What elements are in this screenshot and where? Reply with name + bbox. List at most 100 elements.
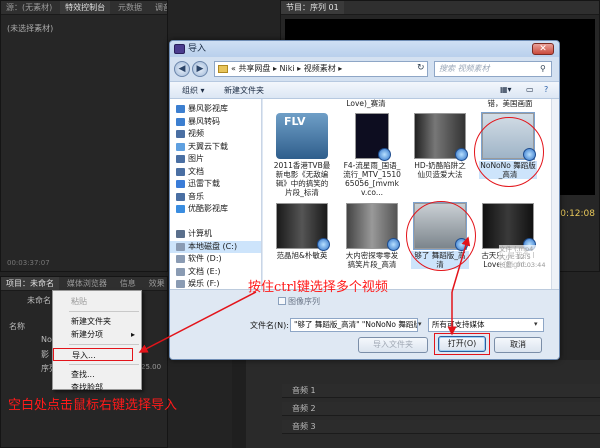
file-item-f4[interactable]: F4-流星雨_国语_流行_MTV_151065056_[mvmkv.co... (343, 113, 401, 197)
navigation-pane: 暴风影视库 暴风转码视频天翼云下载 图片 文档 迅雷下载音乐优酷影视库计算机 本地磁盘 (… (170, 99, 262, 289)
dialog-toolbar: 组织 ▾ 新建文件夹 ▦▾ ▭ ? (170, 81, 559, 99)
timeline-track-audio-3[interactable]: 音频 3 (282, 420, 600, 434)
submenu-arrow-icon: ▸ (130, 330, 135, 339)
file-name: F4-流星雨_国语_流行_MTV_151065056_[mvmkv.co... (343, 161, 401, 197)
search-input[interactable]: 搜索 视频素材 (434, 61, 552, 77)
menu-item-import[interactable]: 导入... (53, 348, 133, 361)
tab-media-browser[interactable]: 媒体浏览器 (62, 277, 112, 290)
import-folder-button[interactable]: 导入文件夹 (358, 337, 428, 353)
preview-pane-icon[interactable]: ▭ (526, 85, 534, 94)
dialog-titlebar: 导入 ✕ (170, 41, 559, 57)
filetype-dropdown-icon[interactable]: ▾ (534, 320, 538, 328)
filename-input[interactable]: "够了 舞蹈版_高清" "NoNoNo 舞蹈版_高清" (290, 318, 418, 332)
audio-3-label: 音频 3 (292, 422, 316, 431)
nav-item-label: 软件 (D:) (188, 254, 222, 263)
video-badge-icon (378, 148, 391, 161)
image-sequence-checkbox[interactable]: 图像序列 (278, 296, 320, 307)
breadcrumb-video[interactable]: 视频素材 (304, 64, 336, 73)
nav-item-6[interactable]: 迅雷下载 (170, 178, 261, 191)
breadcrumb[interactable]: « 共享网盘 ▸ Niki ▸ 视频素材 ▸ (214, 61, 428, 77)
timeline-track-audio-1[interactable]: 音频 1 (282, 384, 600, 398)
tab-source[interactable]: 源：(无素材) (1, 1, 57, 14)
menu-separator (69, 364, 139, 365)
video-badge-icon (317, 238, 330, 251)
premiere-app-icon (174, 44, 185, 54)
nav-item-1[interactable]: 暴风转码 (170, 116, 261, 129)
menu-item-paste[interactable]: 粘贴 (53, 295, 141, 308)
nav-item-label: 暴风转码 (188, 116, 220, 126)
file-item-damei[interactable]: 大内密探零零发 搞笑片段_高清 (343, 203, 401, 269)
file-item-fan[interactable]: 范晶旭&朴敏英 (273, 203, 331, 260)
tab-info[interactable]: 信息 (115, 277, 141, 290)
new-folder-button[interactable]: 新建文件夹 (224, 85, 264, 96)
nav-item-10[interactable]: 计算机 (170, 228, 261, 241)
cancel-button[interactable]: 取消 (494, 337, 542, 353)
tab-project[interactable]: 项目：未命名 (1, 277, 59, 290)
nav-item-label: 娱乐 (F:) (188, 279, 220, 288)
tab-effect-controls[interactable]: 特效控制台 (60, 1, 111, 14)
nav-item-9 (170, 216, 261, 229)
file-thumbnail: FLV (276, 113, 328, 159)
nav-item-11[interactable]: 本地磁盘 (C:) (170, 240, 261, 253)
file-item-row0-0[interactable]: Love)_赛清 (337, 99, 395, 108)
column-name-header[interactable]: 名称 (9, 321, 25, 332)
file-item-row0-1[interactable]: 错，美国画面 (481, 99, 539, 108)
nav-item-label: 音乐 (188, 191, 204, 201)
file-item-tvb[interactable]: FLV 2011香港TVB最新电影《无敌编辑》中的搞笑的片段_标清 (273, 113, 331, 197)
help-icon[interactable]: ? (544, 85, 548, 94)
tab-audio-mixer[interactable]: 调音台：序列 01 (150, 1, 167, 14)
no-clip-label: (未选择素材) (7, 24, 54, 33)
menu-item-new-bin[interactable]: 新建文件夹 (53, 315, 141, 328)
filetype-select[interactable]: 所有可支持媒体 (428, 318, 544, 332)
tab-effects[interactable]: 效果 (144, 277, 167, 290)
nav-folder-icon (176, 242, 185, 251)
back-arrow-icon[interactable]: ◀ (174, 61, 190, 77)
file-info-tooltip: 文件 (.mp4 大小: 12.5 长度: 00:03:44 (499, 245, 553, 269)
ctrl-select-tip: 按住ctrl键选择多个视频 (248, 280, 388, 295)
nav-item-3[interactable]: 天翼云下载 (170, 141, 261, 154)
forward-arrow-icon[interactable]: ▶ (192, 61, 208, 77)
audio-1-label: 音频 1 (292, 386, 316, 395)
nav-item-label: 本地磁盘 (C:) (188, 241, 238, 251)
file-list-scrollbar[interactable] (551, 99, 559, 289)
flv-icon: FLV (284, 115, 306, 128)
video-badge-icon (387, 238, 400, 251)
tab-metadata[interactable]: 元数据 (113, 1, 147, 14)
source-timecode: 00:03:37:07 (7, 259, 50, 267)
file-name: 错，美国画面 (487, 99, 533, 108)
organize-button[interactable]: 组织 ▾ (182, 85, 205, 96)
refresh-icon[interactable]: ↻ (417, 63, 425, 73)
breadcrumb-share[interactable]: 共享网盘 (238, 64, 270, 73)
tab-program[interactable]: 节目：序列 01 (281, 1, 344, 14)
nav-item-8[interactable]: 优酷影视库 (170, 203, 261, 216)
menu-item-find[interactable]: 查找... (53, 368, 141, 381)
source-panel: 源：(无素材) 特效控制台 元数据 调音台：序列 01 (未选择素材) 00:0… (0, 0, 168, 272)
nav-item-7[interactable]: 音乐 (170, 191, 261, 204)
view-options-icon[interactable]: ▦▾ (500, 85, 512, 94)
image-sequence-label: 图像序列 (288, 297, 320, 306)
menu-item-new-item[interactable]: 新建分项 ▸ (53, 328, 141, 341)
file-thumbnail (346, 203, 400, 251)
nav-item-4[interactable]: 图片 (170, 153, 261, 166)
project-item-1[interactable]: 影 (41, 349, 49, 360)
timeline-track-audio-2[interactable]: 音频 2 (282, 402, 600, 416)
menu-separator (69, 311, 139, 312)
highlight-circle (474, 117, 544, 187)
nav-item-2[interactable]: 视频 (170, 128, 261, 141)
highlight-circle (406, 201, 476, 271)
clip-duration: 25.00 (141, 363, 162, 371)
nav-item-12[interactable]: 软件 (D:) (170, 253, 261, 266)
nav-item-5[interactable]: 文档 (170, 166, 261, 179)
nav-folder-icon (176, 105, 185, 113)
nav-item-label: 文档 (E:) (188, 266, 221, 276)
nav-item-0[interactable]: 暴风影视库 (170, 103, 261, 116)
menu-item-find-faces[interactable]: 查找脸部 (53, 381, 141, 394)
close-icon[interactable]: ✕ (532, 43, 554, 55)
file-item-hd[interactable]: HD-奶酪陷阱之仙贝造爱大法 (411, 113, 469, 179)
filename-dropdown-icon[interactable]: ▾ (418, 320, 422, 328)
breadcrumb-niki[interactable]: Niki (280, 64, 295, 73)
context-menu: 粘贴 新建文件夹 新建分项 ▸ 导入... 查找... 查找脸部 (52, 290, 142, 392)
right-click-tip: 空白处点击鼠标右键选择导入 (8, 398, 178, 413)
nav-item-label: 视频 (188, 129, 204, 138)
nav-item-label: 迅雷下载 (188, 179, 220, 188)
